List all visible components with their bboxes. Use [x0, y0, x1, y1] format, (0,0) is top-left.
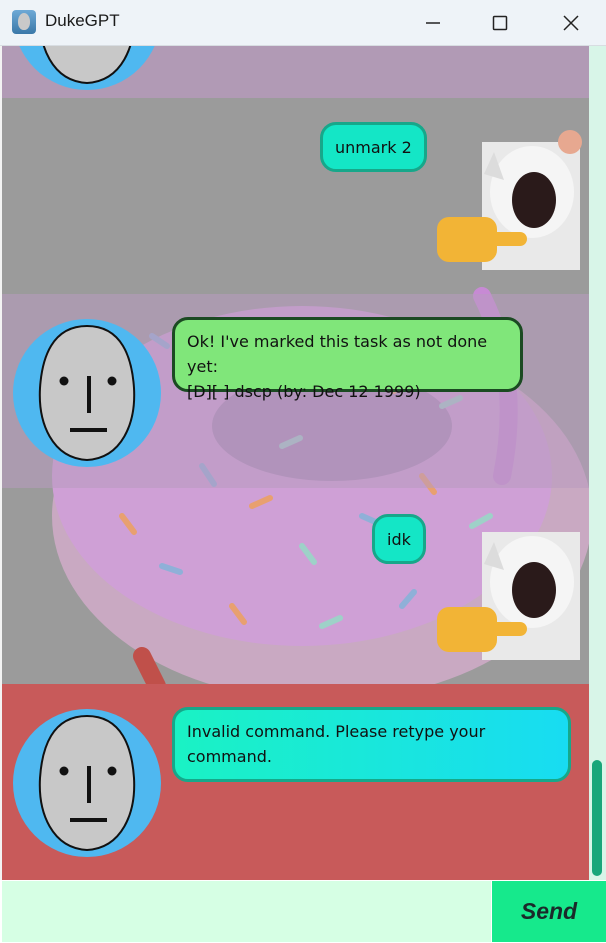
npc-face-icon	[19, 46, 155, 90]
chat-scrollbar-thumb[interactable]	[592, 760, 602, 876]
user-message-bubble: idk	[372, 514, 426, 564]
input-row: Send	[0, 880, 606, 943]
maximize-icon[interactable]	[477, 0, 523, 45]
bot-message-text: Invalid command. Please retype your comm…	[187, 722, 486, 766]
npc-face-icon	[13, 319, 161, 467]
chat-scrollbar-track[interactable]	[589, 46, 606, 880]
bot-message-text: Ok! I've marked this task as not done ye…	[187, 332, 488, 401]
bot-error-message-bubble: Invalid command. Please retype your comm…	[172, 707, 571, 782]
send-button[interactable]: Send	[492, 881, 606, 942]
title-bar: DukeGPT	[0, 0, 606, 46]
user-message-text: unmark 2	[335, 138, 412, 157]
minimize-icon[interactable]	[410, 0, 456, 45]
user-message-text: idk	[387, 530, 411, 549]
close-icon[interactable]	[548, 0, 594, 45]
cat-pointing-icon	[437, 532, 580, 660]
npc-face-icon	[13, 709, 161, 857]
message-input[interactable]	[2, 881, 491, 942]
cat-pointing-icon	[437, 130, 582, 270]
user-message-bubble: unmark 2	[320, 122, 427, 172]
chat-scroll-pane[interactable]: unmark 2 Ok! I've marked this task as no…	[2, 46, 589, 880]
bot-message-bubble: Ok! I've marked this task as not done ye…	[172, 317, 523, 401]
window-title: DukeGPT	[45, 11, 120, 30]
app-icon	[12, 10, 36, 34]
